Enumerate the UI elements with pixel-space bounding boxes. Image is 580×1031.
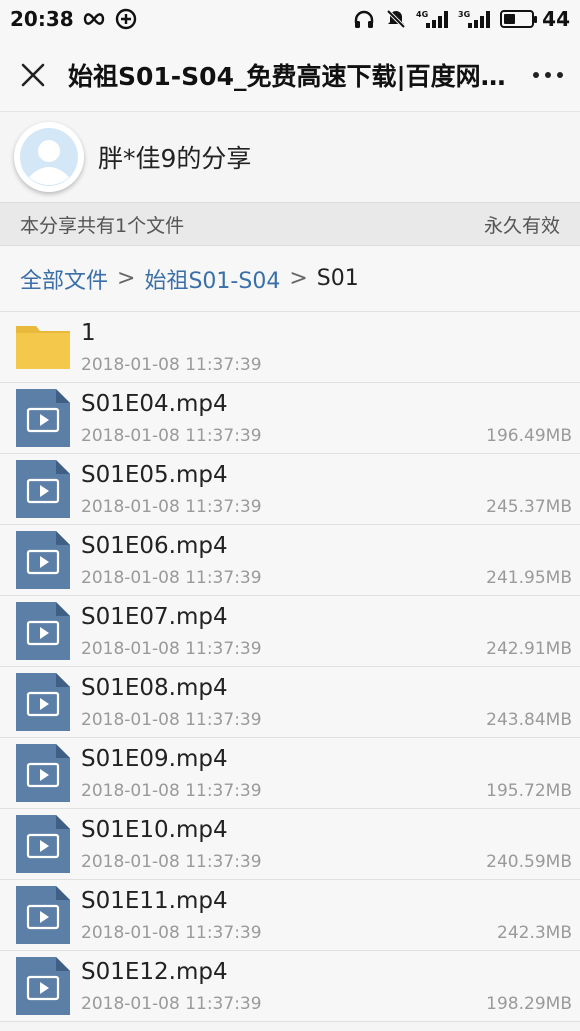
video-file-icon [16,886,70,944]
net-a-label: 4G [416,10,428,19]
file-size: 243.84MB [486,710,572,730]
file-list: 1 2018-01-08 11:37:39 S01E04.mp4 2018-01… [0,312,580,1022]
file-name: 1 [81,320,96,346]
list-item[interactable]: 1 2018-01-08 11:37:39 [0,312,580,383]
user-avatar-icon [20,128,78,186]
share-info-bar: 本分享共有1个文件 永久有效 [0,202,580,246]
signal-4g-icon: 4G [416,9,450,29]
list-item[interactable]: S01E04.mp4 2018-01-08 11:37:39 196.49MB [0,383,580,454]
file-date: 2018-01-08 11:37:39 [81,710,262,730]
file-name: S01E12.mp4 [81,959,228,985]
more-icon [533,71,563,78]
list-item[interactable]: S01E12.mp4 2018-01-08 11:37:39 198.29MB [0,951,580,1022]
breadcrumb-parent[interactable]: 始祖S01-S04 [144,263,280,295]
file-date: 2018-01-08 11:37:39 [81,852,262,872]
headphones-icon [352,9,376,29]
video-file-icon [16,957,70,1015]
video-file-icon [16,389,70,447]
file-size: 240.59MB [486,852,572,872]
video-file-icon [16,673,70,731]
breadcrumb-current: S01 [316,266,359,291]
file-name: S01E09.mp4 [81,746,228,772]
battery-fill [504,14,516,24]
video-file-icon [16,815,70,873]
close-button[interactable] [16,58,50,92]
avatar[interactable] [14,122,84,192]
breadcrumb-root[interactable]: 全部文件 [20,263,108,295]
folder-icon [16,326,70,369]
file-date: 2018-01-08 11:37:39 [81,923,262,943]
file-name: S01E07.mp4 [81,604,228,630]
more-options-button[interactable] [524,58,564,92]
file-date: 2018-01-08 11:37:39 [81,497,262,517]
file-size: 245.37MB [486,497,572,517]
breadcrumb: 全部文件 > 始祖S01-S04 > S01 [0,246,580,312]
close-icon [21,63,45,86]
signal-3g-icon: 3G [458,9,492,29]
file-size: 242.91MB [486,639,572,659]
share-owner: 胖*佳9的分享 [98,144,252,173]
list-item[interactable]: S01E11.mp4 2018-01-08 11:37:39 242.3MB [0,880,580,951]
share-file-count: 本分享共有1个文件 [20,214,185,237]
share-header: 胖*佳9的分享 [0,112,580,202]
title-bar: 始祖S01-S04_免费高速下载|百度网盘-分享无限制 [0,38,580,112]
breadcrumb-separator: > [117,266,136,291]
video-file-icon [16,744,70,802]
file-date: 2018-01-08 11:37:39 [81,568,262,588]
file-name: S01E10.mp4 [81,817,228,843]
battery-percent: 44 [542,7,570,31]
file-name: S01E04.mp4 [81,391,228,417]
sync-icon [114,8,138,30]
list-item[interactable]: S01E06.mp4 2018-01-08 11:37:39 241.95MB [0,525,580,596]
file-date: 2018-01-08 11:37:39 [81,639,262,659]
file-size: 195.72MB [486,781,572,801]
mute-bell-icon [384,9,408,29]
list-item[interactable]: S01E08.mp4 2018-01-08 11:37:39 243.84MB [0,667,580,738]
video-file-icon [16,531,70,589]
file-size: 196.49MB [486,426,572,446]
status-time: 20:38 [10,7,74,31]
list-item[interactable]: S01E05.mp4 2018-01-08 11:37:39 245.37MB [0,454,580,525]
net-b-label: 3G [458,10,470,19]
file-name: S01E06.mp4 [81,533,228,559]
list-item[interactable]: S01E09.mp4 2018-01-08 11:37:39 195.72MB [0,738,580,809]
file-size: 198.29MB [486,994,572,1014]
status-bar: 20:38 4G 3G 44 [0,0,580,38]
battery-icon [500,10,538,28]
list-item[interactable]: S01E07.mp4 2018-01-08 11:37:39 242.91MB [0,596,580,667]
video-file-icon [16,602,70,660]
page-title: 始祖S01-S04_免费高速下载|百度网盘-分享无限制 [68,61,512,91]
share-validity: 永久有效 [483,214,560,237]
video-file-icon [16,460,70,518]
list-item[interactable]: S01E10.mp4 2018-01-08 11:37:39 240.59MB [0,809,580,880]
file-date: 2018-01-08 11:37:39 [81,426,262,446]
file-size: 241.95MB [486,568,572,588]
file-size: 242.3MB [497,923,572,943]
file-date: 2018-01-08 11:37:39 [81,994,262,1014]
infinity-icon [82,9,106,29]
file-name: S01E05.mp4 [81,462,228,488]
file-name: S01E11.mp4 [81,888,228,914]
file-date: 2018-01-08 11:37:39 [81,355,262,375]
file-date: 2018-01-08 11:37:39 [81,781,262,801]
breadcrumb-separator: > [289,266,308,291]
file-name: S01E08.mp4 [81,675,228,701]
